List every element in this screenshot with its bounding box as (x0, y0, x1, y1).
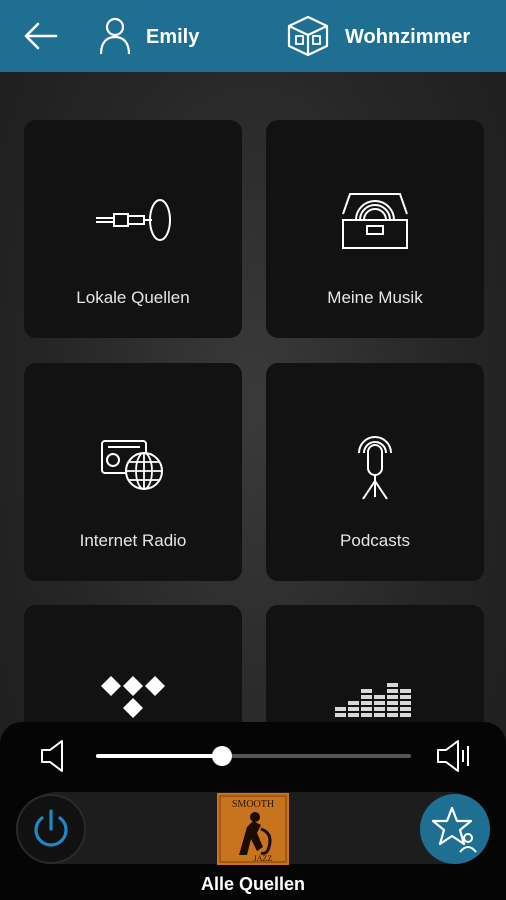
room-cube-icon (287, 15, 329, 57)
tile-label: Podcasts (340, 531, 410, 550)
aux-cable-icon (96, 199, 171, 241)
album-art-text-bottom: JAZZ (254, 854, 273, 863)
volume-slider[interactable] (96, 746, 411, 766)
back-button[interactable] (20, 18, 60, 54)
tile-my-music[interactable]: Meine Musik (266, 120, 484, 338)
tile-local-sources[interactable]: Lokale Quellen (24, 120, 242, 338)
arrow-left-icon (24, 22, 58, 50)
star-user-icon (431, 806, 477, 853)
room-name[interactable]: Wohnzimmer (345, 26, 470, 49)
volume-low-icon[interactable] (38, 738, 68, 774)
top-bar: Emily Wohnzimmer (0, 0, 506, 72)
tile-podcasts[interactable]: Podcasts (266, 363, 484, 581)
tile-internet-radio[interactable]: Internet Radio (24, 363, 242, 581)
microphone-icon (358, 436, 392, 500)
album-art-text-top: SMOOTH (232, 799, 274, 810)
power-button[interactable] (16, 794, 86, 864)
saxophone-album-icon: SMOOTH JAZZ (217, 793, 289, 865)
radio-globe-icon (101, 440, 163, 490)
favorites-button[interactable] (420, 794, 490, 864)
person-icon (99, 17, 131, 55)
tile-label: Lokale Quellen (76, 288, 190, 307)
equalizer-icon (335, 683, 411, 717)
volume-high-icon[interactable] (436, 738, 472, 774)
tile-label: Internet Radio (79, 531, 187, 550)
record-box-icon (342, 193, 408, 249)
tile-label: Meine Musik (327, 288, 423, 307)
user-name[interactable]: Emily (146, 26, 199, 49)
volume-slider-fill (96, 754, 222, 758)
album-art[interactable]: SMOOTH JAZZ (217, 793, 289, 865)
tidal-logo-icon (101, 676, 165, 718)
power-icon (34, 809, 68, 847)
source-label: Alle Quellen (200, 874, 306, 894)
volume-slider-thumb[interactable] (212, 746, 232, 766)
